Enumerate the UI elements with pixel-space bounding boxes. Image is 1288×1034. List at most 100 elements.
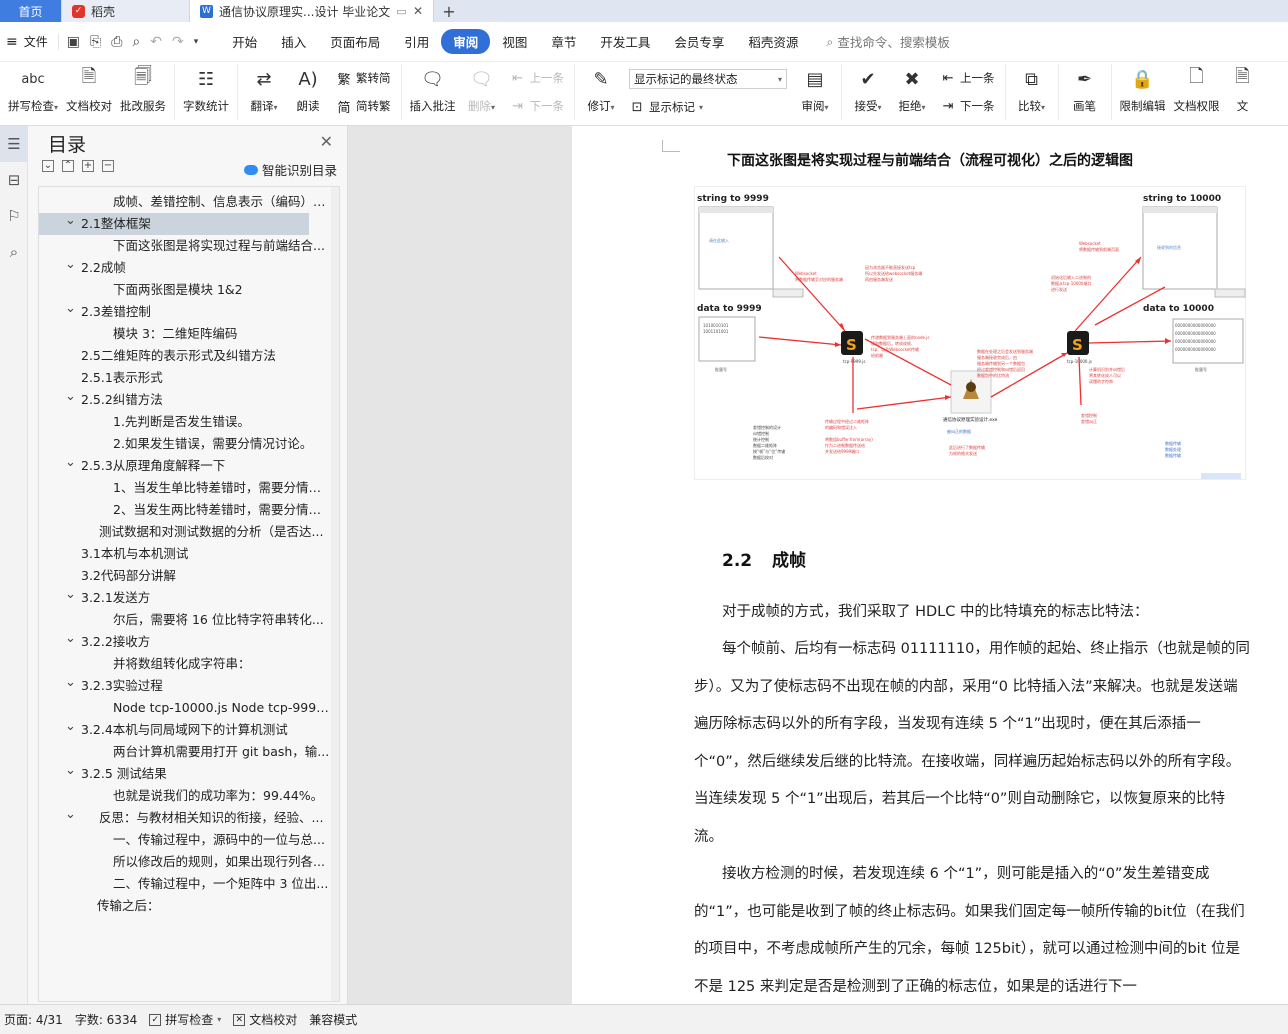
status-proofread[interactable]: ✕ 文档校对 [229,1011,305,1028]
toc-item[interactable]: ⌄ 反思：与教材相关知识的衔接，经验、... [39,807,339,829]
menu-chapter[interactable]: 章节 [539,29,588,54]
logic-diagram-image[interactable]: string to 9999 请在此输入 string to 10000 接收到… [694,186,1246,480]
toc-item[interactable]: 2.5二维矩阵的表示形式及纠错方法 [39,345,339,367]
tab-home[interactable]: 首页 [0,0,62,22]
chevron-down-icon[interactable]: ⌄ [65,257,76,276]
next-comment-button[interactable]: ⇥ 下一条 [510,98,564,114]
toc-item[interactable]: 尔后，需要将 16 位比特字符串转化... [39,609,339,631]
close-icon[interactable]: ✕ [320,132,333,151]
toc-item[interactable]: 2.如果发生错误，需要分情况讨论。 [39,433,339,455]
more-ribbon-button[interactable]: 🗎 文 [1224,64,1262,114]
toc-item[interactable]: 下面两张图是模块 1&2 [39,279,339,301]
toc-item[interactable]: 2、当发生两比特差错时，需要分情况... [39,499,339,521]
menu-developer[interactable]: 开发工具 [588,29,662,54]
toc-item[interactable]: 成帧、差错控制、信息表示（编码）等... [39,191,339,213]
prev-change-button[interactable]: ⇤ 上一条 [940,70,995,86]
accept-change-button[interactable]: ✔ 接受▾ [846,64,890,114]
command-search[interactable]: ⌕ 查找命令、搜索模板 [826,32,950,51]
toc-item[interactable]: 3.1本机与本机测试 [39,543,339,565]
menu-view[interactable]: 视图 [490,29,539,54]
chevron-down-icon[interactable]: ⌄ [65,587,76,606]
toc-item[interactable]: 一、传输过程中，源码中的一位与总... [39,829,339,851]
new-tab-button[interactable]: + [434,0,464,22]
toc-item[interactable]: 二、传输过程中，一个矩阵中 3 位出... [39,873,339,895]
toc-item[interactable]: ⌄ 3.2.2接收方 [39,631,339,653]
toc-item[interactable]: 1.先判断是否发生错误。 [39,411,339,433]
toc-panel-icon[interactable]: ☰ [0,126,28,162]
chevron-down-icon[interactable]: ⌄ [65,455,76,474]
chevron-down-icon[interactable]: ⌄ [65,763,76,782]
batch-service-button[interactable]: 🗐 批改服务 [116,64,170,114]
menu-member[interactable]: 会员专享 [662,29,736,54]
chevron-down-icon[interactable]: ⌄ [65,719,76,738]
page-indicator[interactable]: 页面: 4/31 [0,1011,71,1028]
chevron-down-icon[interactable]: ⌄ [65,301,76,320]
redo-icon[interactable]: ↷ [172,34,184,50]
show-markup-button[interactable]: ⊡ 显示标记 ▾ [629,99,787,115]
trad-to-simp-button[interactable]: 繁繁转简 [336,69,391,88]
toc-item[interactable]: 传输之后： [39,895,339,917]
quick-access-more-icon[interactable]: ▾ [194,37,199,47]
toc-item[interactable]: ⌄ 3.2.1发送方 [39,587,339,609]
expand-levels-icon[interactable]: ⌃ [62,160,74,172]
bookmark-icon[interactable]: ⚐ [0,198,28,234]
chapter-nav-icon[interactable]: ⊟ [0,162,28,198]
print-icon[interactable]: ⎙ [111,34,122,50]
spell-check-button[interactable]: abc 拼写检查▾ [4,64,62,114]
read-aloud-button[interactable]: A) 朗读 [286,64,330,114]
menu-references[interactable]: 引用 [392,29,441,54]
toc-item[interactable]: 测试数据和对测试数据的分析（是否达... [39,521,339,543]
insert-comment-button[interactable]: 🗨 插入批注 [406,64,460,114]
toc-item[interactable]: ⌄ 3.2.4本机与同局域网下的计算机测试 [39,719,339,741]
toc-item[interactable]: 模块 3：二维矩阵编码 [39,323,339,345]
reject-change-button[interactable]: ✖ 拒绝▾ [890,64,934,114]
chevron-down-icon[interactable]: ⌄ [65,807,76,826]
delete-comment-button[interactable]: 🗨 删除▾ [460,64,504,114]
document-proofread-button[interactable]: 🗎 文档校对 [62,64,116,114]
menu-daoke-resources[interactable]: 稻壳资源 [736,29,810,54]
status-spell-check[interactable]: ✓ 拼写检查 ▾ [145,1011,229,1028]
chevron-down-icon[interactable]: ⌄ [65,631,76,650]
markup-state-select[interactable]: 显示标记的最终状态 ▾ [629,69,788,89]
file-menu[interactable]: ≡ 文件 [0,33,58,50]
toc-item[interactable]: ⌄ 2.2成帧 [39,257,339,279]
toc-item[interactable]: Node tcp-10000.js Node tcp-9999.... [39,697,339,719]
toc-item[interactable]: 3.2代码部分讲解 [39,565,339,587]
toc-item[interactable]: ⌄ 3.2.5 测试结果 [39,763,339,785]
menu-review[interactable]: 审阅 [441,29,491,54]
save-icon[interactable]: ▣ [67,34,80,50]
toc-item[interactable]: ⌄ 2.5.2纠错方法 [39,389,339,411]
print-preview-icon[interactable]: ⌕ [132,34,140,50]
toc-item[interactable]: 所以修改后的规则，如果出现行列各... [39,851,339,873]
tab-document[interactable]: W 通信协议原理实...设计 毕业论文 ▭ ✕ [190,0,434,22]
word-count-indicator[interactable]: 字数: 6334 [71,1011,145,1028]
menu-page-layout[interactable]: 页面布局 [318,29,392,54]
toc-item[interactable]: 两台计算机需要用打开 git bash，输... [39,741,339,763]
next-change-button[interactable]: ⇥ 下一条 [940,98,995,114]
compare-button[interactable]: ⧉ 比较▾ [1010,64,1054,114]
find-icon[interactable]: ⌕ [0,234,28,270]
collapse-all-icon[interactable]: − [102,160,114,172]
simp-to-trad-button[interactable]: 简简转繁 [336,97,391,116]
track-changes-button[interactable]: ✎ 修订▾ [579,64,623,114]
toc-item[interactable]: 2.5.1表示形式 [39,367,339,389]
close-tab-icon[interactable]: ✕ [413,4,423,18]
toc-item[interactable]: ⌄ 2.3差错控制 [39,301,339,323]
menu-insert[interactable]: 插入 [269,29,318,54]
review-pane-button[interactable]: ▤ 审阅▾ [793,64,837,114]
toc-item[interactable]: 也就是说我们的成功率为：99.44%。 [39,785,339,807]
smart-toc-button[interactable]: 智能识别目录 [243,160,337,179]
window-icon[interactable]: ▭ [396,5,406,18]
toc-item[interactable]: 并将数组转化成字符串： [39,653,339,675]
document-page[interactable]: 下面这张图是将实现过程与前端结合（流程可视化）之后的逻辑图 string to … [572,126,1288,1004]
toc-item[interactable]: 1、当发生单比特差错时，需要分情况... [39,477,339,499]
document-permission-button[interactable]: 🗋 文档权限 [1170,64,1224,114]
export-pdf-icon[interactable]: ⎘ [90,34,101,50]
restrict-editing-button[interactable]: 🔒 限制编辑 [1116,64,1170,114]
collapse-levels-icon[interactable]: ⌄ [42,160,54,172]
prev-comment-button[interactable]: ⇤ 上一条 [510,70,564,86]
expand-all-icon[interactable]: + [82,160,94,172]
word-count-button[interactable]: ☷ 字数统计 [179,64,233,114]
toc-item[interactable]: ⌄ 2.1整体框架 [39,213,309,235]
chevron-down-icon[interactable]: ⌄ [65,389,76,408]
